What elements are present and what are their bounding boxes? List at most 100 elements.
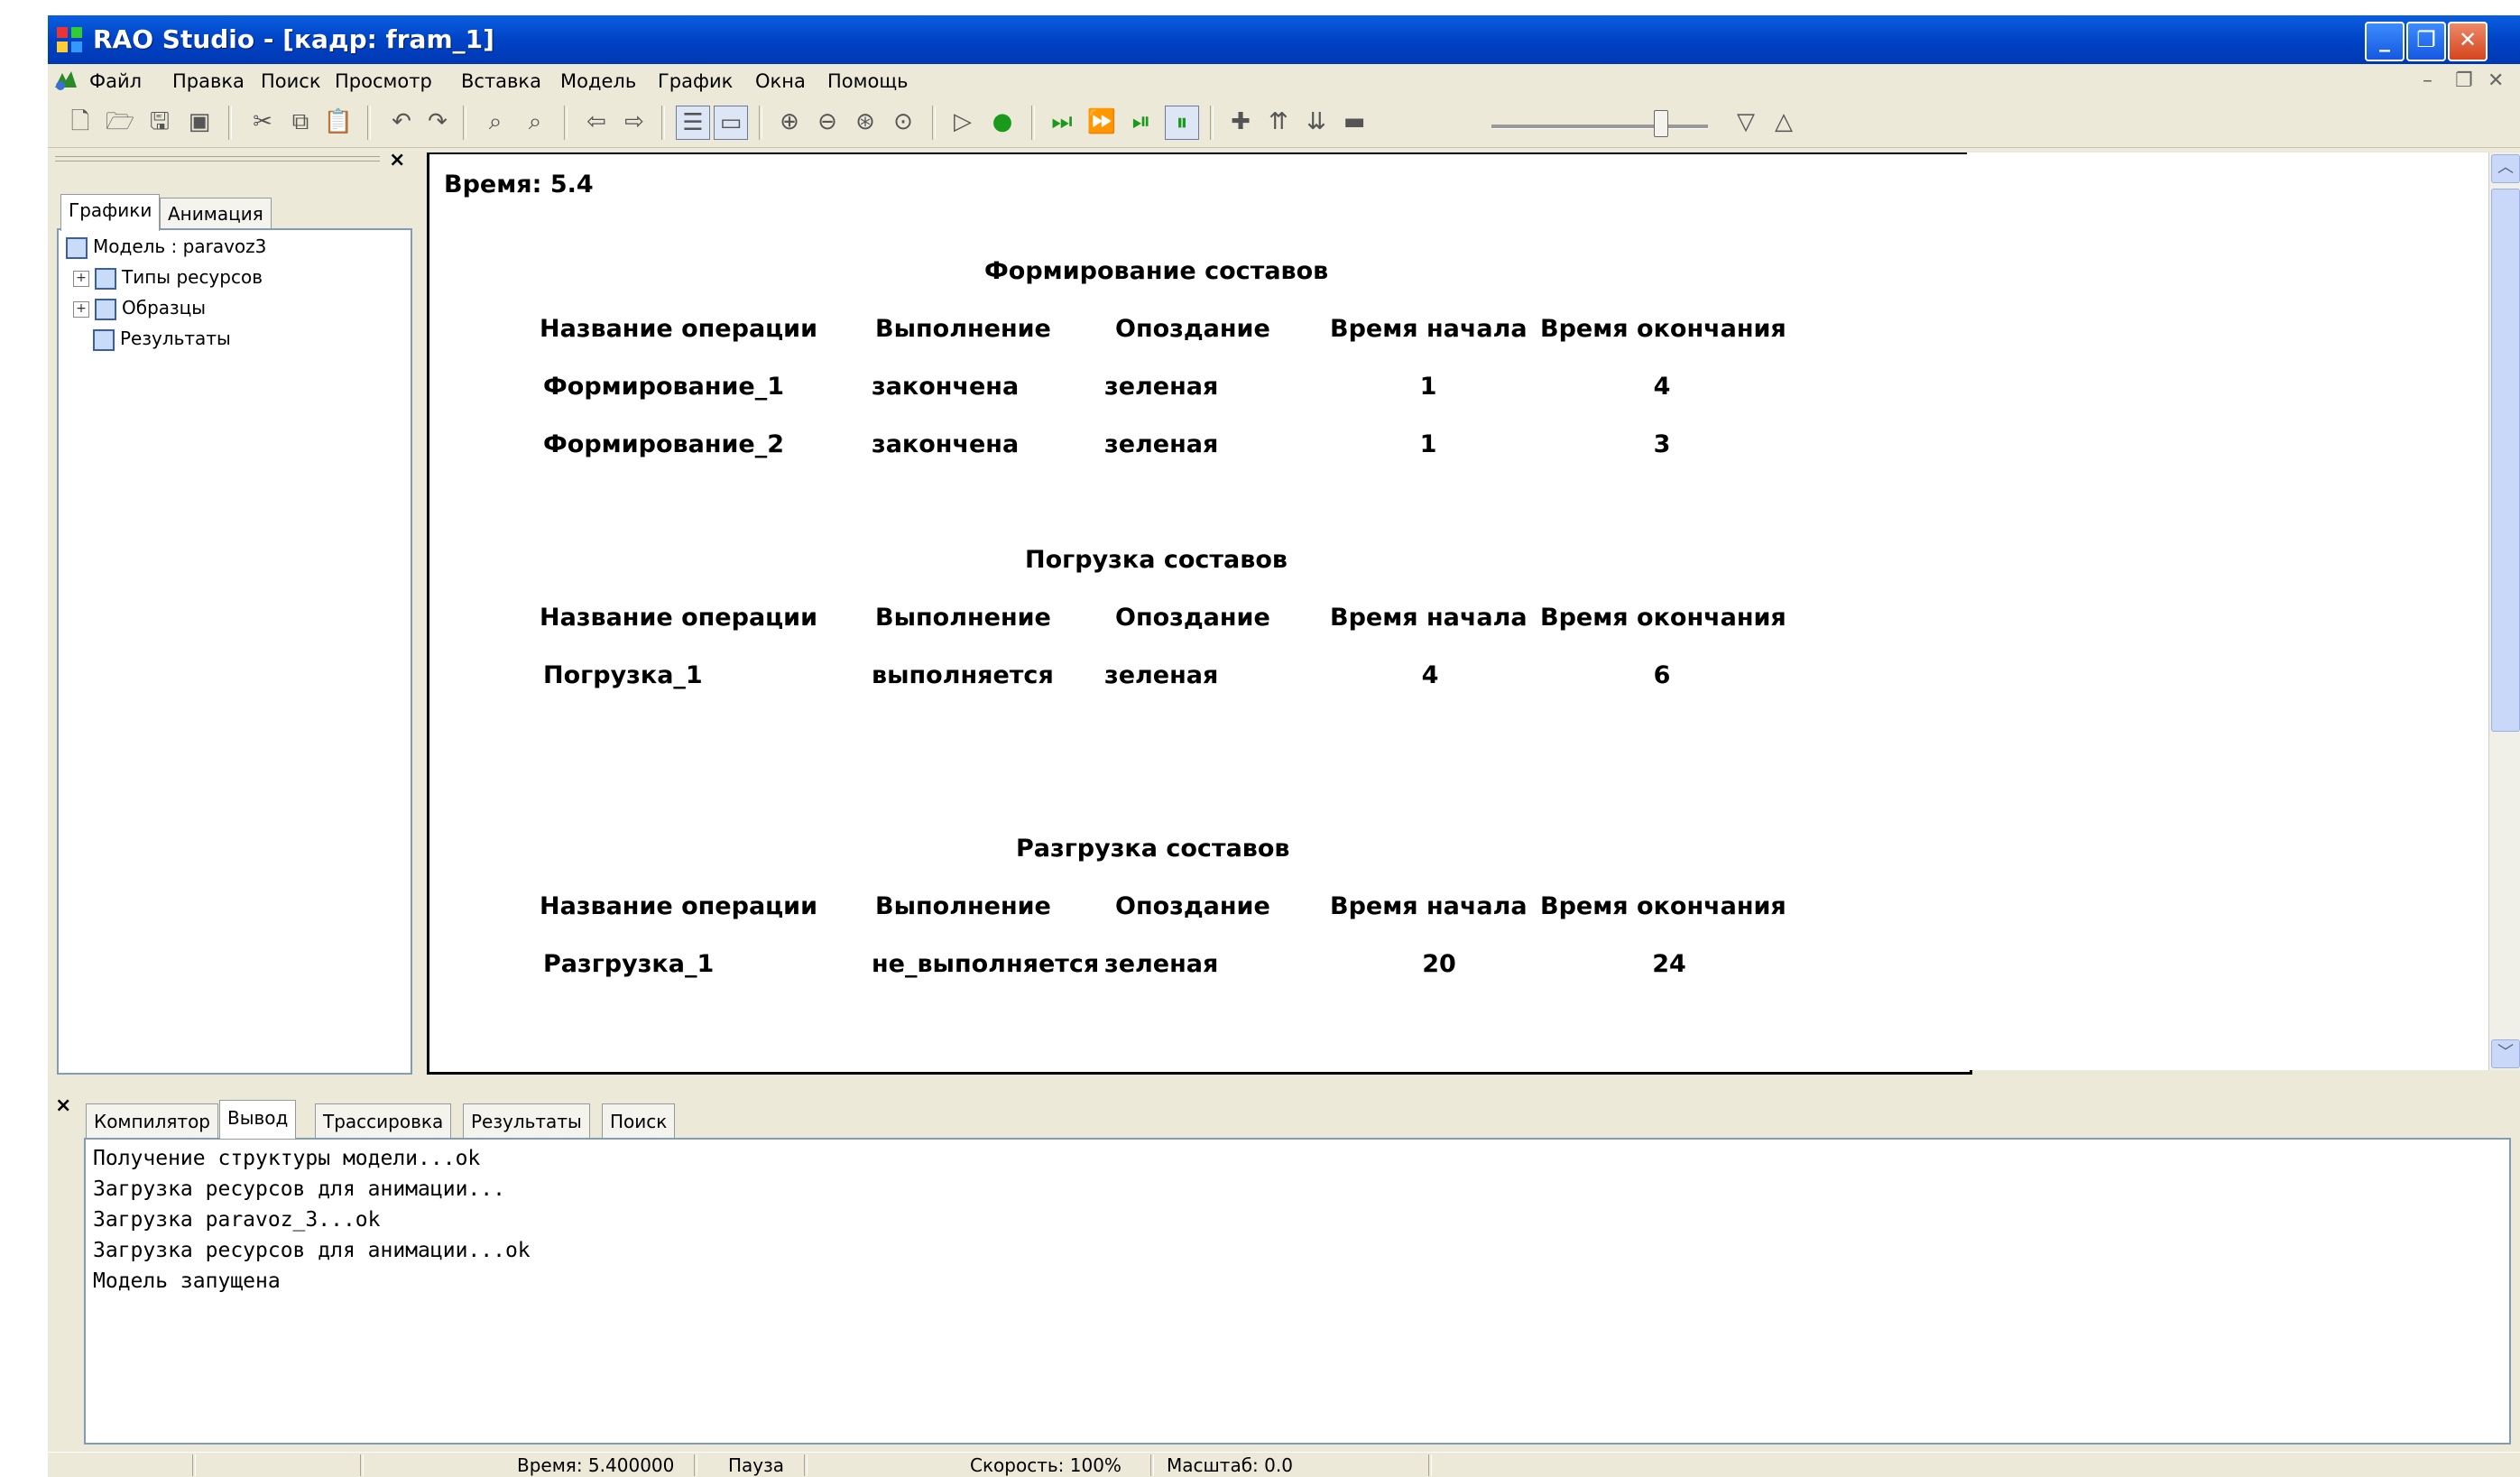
status-separator bbox=[1150, 1454, 1154, 1476]
status-separator bbox=[360, 1454, 364, 1476]
zoom-in-icon[interactable]: ⊕ bbox=[773, 106, 806, 138]
redo-icon[interactable]: ↷ bbox=[421, 106, 454, 138]
expand-icon[interactable]: + bbox=[73, 300, 89, 318]
column-header: Выполнение bbox=[875, 604, 1051, 632]
animation-frame: Время: 5.4 Формирование составов Названи… bbox=[427, 152, 1972, 1075]
log-line: Модель запущена bbox=[93, 1269, 281, 1293]
status-speed: Скорость: 100% bbox=[970, 1454, 1122, 1476]
forward-icon[interactable]: ⇨ bbox=[618, 106, 651, 138]
step-down-icon[interactable]: ⇊ bbox=[1300, 106, 1333, 138]
toolbar-separator bbox=[367, 106, 371, 140]
tab-trace[interactable]: Трассировка bbox=[315, 1103, 452, 1140]
column-header: Название операции bbox=[540, 315, 818, 343]
back-icon[interactable]: ⇦ bbox=[580, 106, 613, 138]
menu-windows[interactable]: Окна bbox=[755, 64, 806, 98]
folder-icon bbox=[95, 267, 116, 290]
speed-sync-icon[interactable]: ⏯ bbox=[1125, 106, 1158, 138]
menu-help[interactable]: Помощь bbox=[827, 64, 909, 98]
tab-output[interactable]: Вывод bbox=[219, 1100, 297, 1140]
toolbar-separator bbox=[564, 106, 568, 140]
cut-icon[interactable]: ✂ bbox=[246, 106, 279, 138]
tree-view-icon[interactable]: ☰ bbox=[676, 106, 710, 140]
column-header: Выполнение bbox=[875, 892, 1051, 920]
table-cell: закончена bbox=[872, 430, 1020, 458]
vertical-scrollbar[interactable]: ︿ ﹀ bbox=[2488, 152, 2520, 1070]
scroll-up-icon[interactable]: ︿ bbox=[2491, 154, 2520, 183]
new-icon[interactable]: 🗋 bbox=[64, 106, 97, 138]
table-cell: Погрузка_1 bbox=[543, 661, 703, 689]
menu-search[interactable]: Поиск bbox=[261, 64, 321, 98]
menu-bar: Файл Правка Поиск Просмотр Вставка Модел… bbox=[48, 64, 2520, 98]
output-close-icon[interactable]: × bbox=[55, 1094, 71, 1117]
table-cell: 24 bbox=[1652, 950, 1686, 978]
tree-root[interactable]: Модель : paravoz3 bbox=[66, 234, 266, 259]
minus-icon[interactable]: ▬ bbox=[1338, 106, 1371, 138]
maximize-button[interactable]: ❐ bbox=[2406, 22, 2446, 61]
table-cell: Разгрузка_1 bbox=[543, 950, 715, 978]
speed-down-icon[interactable]: ▽ bbox=[1730, 106, 1762, 138]
undo-icon[interactable]: ↶ bbox=[385, 106, 418, 138]
panel-grip[interactable] bbox=[55, 156, 380, 162]
zoom-reset-icon[interactable]: ⊙ bbox=[887, 106, 919, 138]
speed-max-icon[interactable]: ⏭ bbox=[1046, 106, 1078, 138]
menu-model[interactable]: Модель bbox=[560, 64, 636, 98]
menu-chart[interactable]: График bbox=[658, 64, 733, 98]
column-header: Время окончания bbox=[1540, 604, 1786, 632]
output-log[interactable]: Получение структуры модели...ok Загрузка… bbox=[84, 1138, 2511, 1445]
folder-icon bbox=[93, 328, 115, 351]
toolbar-separator bbox=[759, 106, 762, 140]
panel-close-icon[interactable]: × bbox=[389, 149, 405, 171]
toolbar: 🗋 🗁 🖫 ▣ ✂ ⧉ 📋 ↶ ↷ ⌕ ⌕ ⇦ ⇨ ☰ ▭ ⊕ ⊖ ⊛ ⊙ ▷ … bbox=[48, 98, 2520, 148]
minimize-button[interactable]: _ bbox=[2365, 22, 2405, 61]
speed-slider-track[interactable] bbox=[1491, 125, 1708, 129]
menu-view[interactable]: Просмотр bbox=[335, 64, 432, 98]
replace-icon[interactable]: ⌕ bbox=[519, 106, 551, 138]
model-tree: Модель : paravoz3 + Типы ресурсов + Образц… bbox=[57, 228, 412, 1075]
tree-item-results[interactable]: Результаты bbox=[93, 326, 231, 351]
tab-results[interactable]: Результаты bbox=[463, 1103, 590, 1140]
stop-icon[interactable]: ● bbox=[986, 106, 1019, 138]
speed-jump-icon[interactable]: ⏩ bbox=[1085, 106, 1118, 138]
table-cell: выполняется bbox=[872, 661, 1054, 689]
save-icon[interactable]: 🖫 bbox=[143, 106, 176, 138]
open-icon[interactable]: 🗁 bbox=[104, 106, 136, 138]
tab-compiler[interactable]: Компилятор bbox=[86, 1103, 218, 1140]
menu-edit[interactable]: Правка bbox=[172, 64, 245, 98]
scroll-thumb[interactable] bbox=[2491, 189, 2520, 732]
step-up-icon[interactable]: ⇈ bbox=[1262, 106, 1295, 138]
tab-animation[interactable]: Анимация bbox=[160, 198, 272, 229]
table-cell: зеленая bbox=[1104, 661, 1219, 689]
paste-icon[interactable]: 📋 bbox=[322, 106, 355, 138]
scroll-down-icon[interactable]: ﹀ bbox=[2491, 1039, 2520, 1068]
mdi-minimize-icon[interactable]: – bbox=[2423, 64, 2432, 98]
left-panel: × Графики Анимация Модель : paravoz3 + Ти… bbox=[48, 149, 421, 1080]
tree-item-patterns[interactable]: + Образцы bbox=[73, 295, 206, 320]
menu-file[interactable]: Файл bbox=[89, 64, 142, 98]
status-time: Время: 5.400000 bbox=[517, 1454, 675, 1476]
expand-icon[interactable]: + bbox=[73, 270, 89, 287]
app-window: RAO Studio - [кадр: fram_1] _ ❐ ✕ Файл П… bbox=[48, 15, 2520, 1477]
zoom-out-icon[interactable]: ⊖ bbox=[811, 106, 844, 138]
tree-item-resource-types[interactable]: + Типы ресурсов bbox=[73, 264, 263, 290]
close-button[interactable]: ✕ bbox=[2448, 22, 2488, 61]
add-icon[interactable]: ✚ bbox=[1224, 106, 1257, 138]
output-view-icon[interactable]: ▭ bbox=[714, 106, 748, 140]
speed-up-icon[interactable]: △ bbox=[1768, 106, 1800, 138]
copy-icon[interactable]: ⧉ bbox=[284, 106, 317, 138]
tab-charts[interactable]: Графики bbox=[60, 194, 161, 231]
pause-icon[interactable]: ⏸ bbox=[1165, 106, 1199, 140]
toolbar-separator bbox=[932, 106, 936, 140]
zoom-auto-icon[interactable]: ⊛ bbox=[849, 106, 882, 138]
run-icon[interactable]: ▷ bbox=[946, 106, 979, 138]
status-separator bbox=[192, 1454, 196, 1476]
title-bar: RAO Studio - [кадр: fram_1] _ ❐ ✕ bbox=[48, 15, 2520, 64]
mdi-close-icon[interactable]: ✕ bbox=[2488, 64, 2504, 98]
speed-slider-thumb[interactable] bbox=[1654, 110, 1668, 137]
column-header: Время начала bbox=[1330, 892, 1528, 920]
find-icon[interactable]: ⌕ bbox=[479, 106, 512, 138]
save-all-icon[interactable]: ▣ bbox=[183, 106, 216, 138]
tab-search[interactable]: Поиск bbox=[602, 1103, 676, 1140]
menu-insert[interactable]: Вставка bbox=[461, 64, 541, 98]
mdi-restore-icon[interactable]: ❐ bbox=[2455, 64, 2473, 98]
window-title: RAO Studio - [кадр: fram_1] bbox=[93, 24, 494, 54]
